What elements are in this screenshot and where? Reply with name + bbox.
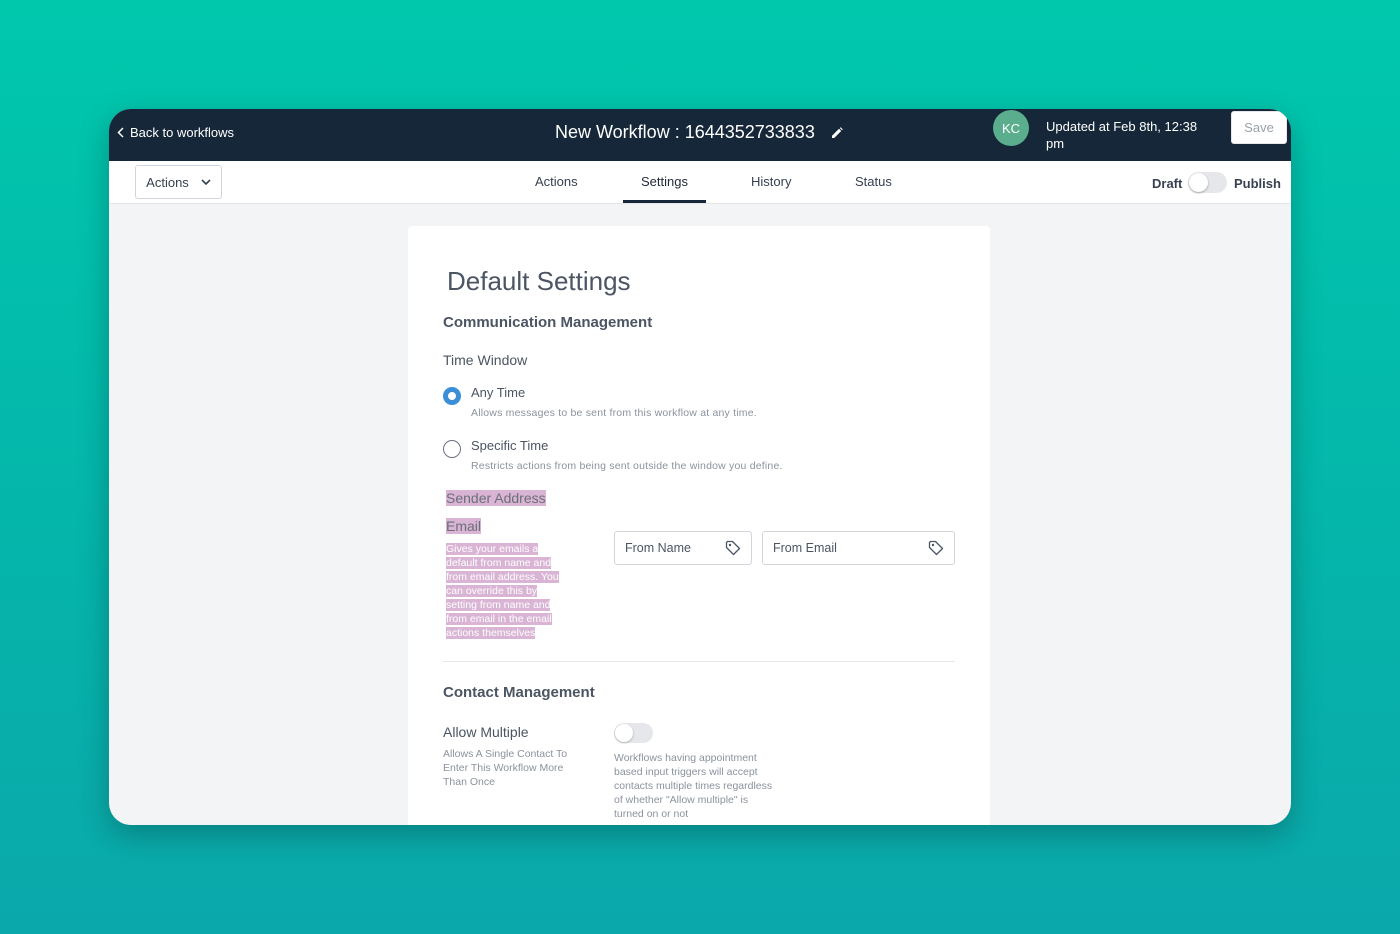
allow-multiple-toggle[interactable] (614, 723, 653, 743)
specific-time-description: Restricts actions from being sent outsid… (471, 460, 783, 472)
from-email-field[interactable]: From Email (762, 531, 955, 565)
email-desc-line: can override this by (446, 585, 538, 597)
actions-dropdown-label: Actions (146, 174, 189, 190)
from-name-field[interactable]: From Name (614, 531, 752, 565)
pencil-icon[interactable] (831, 126, 843, 139)
workflow-window: Back to workflows New Workflow : 1644352… (109, 109, 1291, 825)
tab-history[interactable]: History (751, 174, 791, 189)
back-label: Back to workflows (130, 125, 235, 140)
tab-bar: Actions Settings History Status (489, 161, 909, 204)
tab-settings[interactable]: Settings (641, 174, 688, 189)
any-time-radio[interactable] (443, 387, 461, 405)
specific-time-label: Specific Time (471, 438, 549, 453)
save-button[interactable]: Save (1231, 111, 1287, 144)
chevron-left-icon (117, 127, 124, 138)
workflow-title-text: New Workflow : 1644352733833 (555, 122, 815, 142)
from-name-placeholder: From Name (625, 541, 691, 555)
tag-icon[interactable] (725, 540, 741, 556)
publish-label: Publish (1234, 176, 1281, 191)
any-time-description: Allows messages to be sent from this wor… (471, 407, 757, 419)
settings-card: Default Settings Communication Managemen… (408, 226, 990, 825)
back-to-workflows-link[interactable]: Back to workflows (117, 125, 234, 140)
updated-timestamp: Updated at Feb 8th, 12:38 pm (1046, 119, 1198, 151)
email-desc-line: setting from name and (446, 599, 551, 611)
sender-address-text: Sender Address (446, 490, 546, 506)
active-tab-indicator (623, 200, 706, 203)
specific-time-radio[interactable] (443, 440, 461, 458)
email-desc-line: from email in the email (446, 613, 552, 625)
draft-label: Draft (1152, 176, 1183, 191)
communication-management-heading: Communication Management (443, 314, 653, 331)
avatar[interactable]: KC (993, 110, 1029, 146)
contact-management-heading: Contact Management (443, 684, 595, 701)
top-bar: Back to workflows New Workflow : 1644352… (109, 109, 1291, 161)
workflow-title: New Workflow : 1644352733833 (555, 122, 843, 143)
allow-multiple-note: Workflows having appointment based input… (614, 752, 773, 820)
actions-dropdown[interactable]: Actions (135, 165, 222, 199)
tab-actions[interactable]: Actions (535, 174, 578, 189)
chevron-down-icon (201, 179, 211, 185)
email-desc-line: default from name and (446, 557, 552, 569)
allow-multiple-description: Allows A Single Contact To Enter This Wo… (443, 748, 568, 788)
page-title: Default Settings (447, 266, 631, 296)
tag-icon[interactable] (928, 540, 944, 556)
publish-toggle[interactable] (1188, 172, 1227, 193)
allow-multiple-label: Allow Multiple (443, 724, 529, 740)
section-divider (443, 661, 955, 662)
tab-status[interactable]: Status (855, 174, 892, 189)
email-description: Gives your emails a default from name an… (446, 542, 578, 640)
email-desc-line: Gives your emails a (446, 543, 539, 555)
email-heading: Email (446, 518, 482, 534)
from-email-placeholder: From Email (773, 541, 837, 555)
sender-address-heading: Sender Address (446, 490, 546, 506)
email-heading-text: Email (446, 518, 482, 534)
any-time-label: Any Time (471, 385, 526, 400)
time-window-label: Time Window (443, 352, 528, 368)
sub-toolbar: Actions Actions Settings History Status … (109, 161, 1291, 204)
email-desc-line: from email address. You (446, 571, 559, 583)
email-desc-line: actions themselves (446, 627, 536, 639)
